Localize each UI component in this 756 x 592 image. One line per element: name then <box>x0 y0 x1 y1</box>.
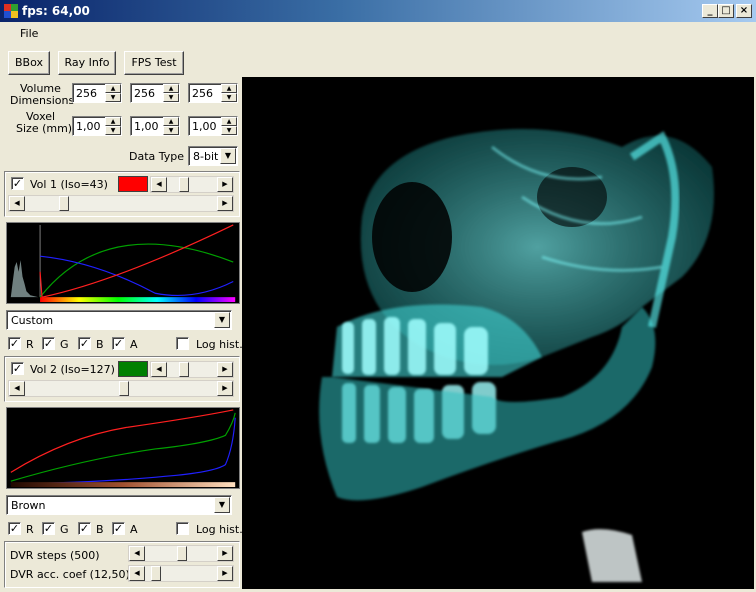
dvr-coef-slider[interactable]: ◀ ▶ <box>128 565 234 582</box>
dim-z-spinner[interactable]: 256 ▲ ▼ <box>188 83 238 103</box>
spin-down-icon[interactable]: ▼ <box>105 93 121 102</box>
slider-thumb[interactable] <box>179 362 189 377</box>
arrow-right-icon[interactable]: ▶ <box>217 566 233 581</box>
voxel-size-label-2: Size (mm) <box>16 122 73 135</box>
spin-down-icon[interactable]: ▼ <box>163 126 179 135</box>
spin-up-icon[interactable]: ▲ <box>105 84 121 93</box>
ray-info-button[interactable]: Ray Info <box>58 51 116 75</box>
arrow-right-icon[interactable]: ▶ <box>217 362 233 377</box>
data-type-label: Data Type <box>129 150 185 163</box>
minimize-button[interactable]: _ <box>702 4 718 18</box>
vol2-label: Vol 2 (Iso=127) <box>30 363 115 376</box>
spin-up-icon[interactable]: ▲ <box>163 84 179 93</box>
vol1-color-swatch[interactable] <box>118 176 148 192</box>
vol1-a-label: A <box>130 338 138 351</box>
vol1-r-label: R <box>26 338 34 351</box>
vol1-g-label: G <box>60 338 69 351</box>
arrow-left-icon[interactable]: ◀ <box>129 546 145 561</box>
slider-thumb[interactable] <box>179 177 189 192</box>
slider-thumb[interactable] <box>119 381 129 396</box>
vol1-b-label: B <box>96 338 104 351</box>
vol1-opacity-slider[interactable]: ◀ ▶ <box>8 195 234 212</box>
arrow-right-icon[interactable]: ▶ <box>217 381 233 396</box>
dim-x-spinner[interactable]: 256 ▲ ▼ <box>72 83 122 103</box>
vol1-r-checkbox[interactable]: ✓ <box>8 337 21 350</box>
volume-dims-label-2: Dimensions <box>10 94 75 107</box>
fps-test-button[interactable]: FPS Test <box>124 51 184 75</box>
vol1-log-checkbox[interactable] <box>176 337 189 350</box>
vol2-color-swatch[interactable] <box>118 361 148 377</box>
arrow-right-icon[interactable]: ▶ <box>217 196 233 211</box>
menu-file[interactable]: File <box>20 27 38 40</box>
vol2-a-label: A <box>130 523 138 536</box>
vol1-label: Vol 1 (Iso=43) <box>30 178 108 191</box>
app-icon <box>4 4 18 18</box>
dim-y-spinner[interactable]: 256 ▲ ▼ <box>130 83 180 103</box>
vol2-checkbox[interactable]: ✓ <box>11 362 24 375</box>
vol2-preset-select[interactable]: Brown ▼ <box>6 495 232 515</box>
skull-render-image <box>319 129 714 582</box>
spin-down-icon[interactable]: ▼ <box>221 93 237 102</box>
chevron-down-icon[interactable]: ▼ <box>220 148 236 164</box>
spin-up-icon[interactable]: ▲ <box>221 84 237 93</box>
vol2-g-label: G <box>60 523 69 536</box>
vol1-preset-select[interactable]: Custom ▼ <box>6 310 232 330</box>
vol1-g-checkbox[interactable]: ✓ <box>42 337 55 350</box>
arrow-left-icon[interactable]: ◀ <box>9 196 25 211</box>
window-title: fps: 64,00 <box>22 4 90 18</box>
vol2-a-checkbox[interactable]: ✓ <box>112 522 125 535</box>
spin-down-icon[interactable]: ▼ <box>221 126 237 135</box>
vol2-opacity-slider[interactable]: ◀ ▶ <box>8 380 234 397</box>
dvr-steps-slider[interactable]: ◀ ▶ <box>128 545 234 562</box>
slider-thumb[interactable] <box>59 196 69 211</box>
close-button[interactable]: × <box>736 4 752 18</box>
arrow-left-icon[interactable]: ◀ <box>151 177 167 192</box>
spin-up-icon[interactable]: ▲ <box>163 117 179 126</box>
slider-thumb[interactable] <box>177 546 187 561</box>
vol2-r-checkbox[interactable]: ✓ <box>8 522 21 535</box>
title-bar <box>0 0 756 22</box>
arrow-right-icon[interactable]: ▶ <box>217 546 233 561</box>
data-type-select[interactable]: 8-bit ▼ <box>188 146 238 166</box>
dvr-steps-label: DVR steps (500) <box>10 549 100 562</box>
spin-down-icon[interactable]: ▼ <box>105 126 121 135</box>
voxel-x-spinner[interactable]: 1,00 ▲ ▼ <box>72 116 122 136</box>
menu-bar <box>0 22 756 44</box>
slider-thumb[interactable] <box>151 566 161 581</box>
vol1-b-checkbox[interactable]: ✓ <box>78 337 91 350</box>
dvr-coef-label: DVR acc. coef (12,50) <box>10 568 130 581</box>
arrow-left-icon[interactable]: ◀ <box>129 566 145 581</box>
maximize-button[interactable]: □ <box>718 4 734 18</box>
chevron-down-icon[interactable]: ▼ <box>214 497 230 513</box>
arrow-left-icon[interactable]: ◀ <box>151 362 167 377</box>
vol2-log-label: Log hist. <box>196 523 243 536</box>
vol1-checkbox[interactable]: ✓ <box>11 177 24 190</box>
bbox-button[interactable]: BBox <box>8 51 50 75</box>
voxel-z-spinner[interactable]: 1,00 ▲ ▼ <box>188 116 238 136</box>
vol1-log-label: Log hist. <box>196 338 243 351</box>
chevron-down-icon[interactable]: ▼ <box>214 312 230 328</box>
spin-up-icon[interactable]: ▲ <box>105 117 121 126</box>
arrow-right-icon[interactable]: ▶ <box>217 177 233 192</box>
spin-down-icon[interactable]: ▼ <box>163 93 179 102</box>
vol1-iso-slider[interactable]: ◀ ▶ <box>150 176 234 193</box>
vol2-iso-slider[interactable]: ◀ ▶ <box>150 361 234 378</box>
vol2-b-label: B <box>96 523 104 536</box>
vol2-r-label: R <box>26 523 34 536</box>
vol2-transfer-function[interactable] <box>6 407 240 489</box>
arrow-left-icon[interactable]: ◀ <box>9 381 25 396</box>
volume-render-viewport[interactable] <box>242 77 754 589</box>
vol2-g-checkbox[interactable]: ✓ <box>42 522 55 535</box>
spin-up-icon[interactable]: ▲ <box>221 117 237 126</box>
vol1-transfer-function[interactable] <box>6 222 240 304</box>
voxel-y-spinner[interactable]: 1,00 ▲ ▼ <box>130 116 180 136</box>
vol2-log-checkbox[interactable] <box>176 522 189 535</box>
vol1-a-checkbox[interactable]: ✓ <box>112 337 125 350</box>
vol2-b-checkbox[interactable]: ✓ <box>78 522 91 535</box>
